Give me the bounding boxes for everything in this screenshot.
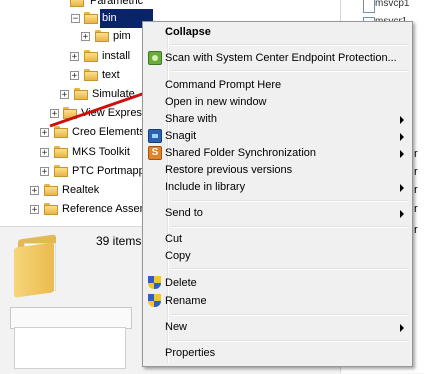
file-item-fragment: r (414, 166, 418, 178)
submenu-arrow-icon (400, 184, 404, 192)
submenu-arrow-icon (400, 116, 404, 124)
menu-item-send-to[interactable]: Send to (145, 205, 410, 222)
menu-item-label: Rename (165, 295, 207, 307)
menu-separator (172, 268, 408, 270)
sync-icon: S (148, 146, 162, 160)
menu-item-label: Restore previous versions (165, 164, 293, 176)
menu-separator (172, 226, 408, 228)
folder-icon (54, 126, 68, 138)
tree-item-label: Reference Assem (62, 203, 149, 215)
file-icon (363, 0, 375, 13)
file-item-fragment: r (414, 184, 418, 196)
folder-icon (54, 146, 68, 158)
tree-item-label: MKS Toolkit (72, 146, 130, 158)
preview-frame (10, 307, 132, 329)
menu-item-copy[interactable]: Copy (145, 248, 410, 265)
menu-item-label: New (165, 321, 188, 333)
expand-toggle-icon[interactable]: + (70, 71, 79, 81)
expand-toggle-icon[interactable]: + (81, 32, 90, 42)
expand-toggle-icon[interactable]: + (40, 128, 49, 138)
expand-toggle-icon[interactable]: + (40, 167, 49, 177)
tree-item-label: pim (113, 30, 131, 42)
tree-item-label: install (102, 50, 131, 62)
menu-item-properties[interactable]: Properties (145, 345, 410, 362)
context-menu: Collapse Scan with System Center Endpoin… (142, 21, 413, 367)
folder-icon (44, 203, 58, 215)
tree-item-label: View Express (81, 107, 148, 119)
folder-icon (84, 12, 98, 24)
menu-item-rename[interactable]: Rename (145, 293, 410, 310)
menu-item-scan-endpoint-protection[interactable]: Scan with System Center Endpoint Protect… (145, 50, 410, 67)
expand-toggle-icon[interactable]: + (40, 148, 49, 158)
menu-item-label: Open in new window (165, 96, 267, 108)
submenu-arrow-icon (400, 150, 404, 158)
menu-separator (172, 314, 408, 316)
menu-item-label: Command Prompt Here (165, 79, 282, 91)
expand-toggle-icon[interactable]: + (30, 186, 39, 196)
expand-toggle-icon[interactable]: + (60, 90, 69, 100)
file-item-fragment: r (414, 203, 418, 215)
folder-icon (63, 107, 77, 119)
file-item-fragment: r (414, 224, 418, 236)
folder-icon (95, 30, 109, 42)
collapse-toggle-icon[interactable]: − (71, 14, 80, 24)
tree-item-label: Realtek (62, 184, 100, 196)
menu-item-open-new-window[interactable]: Open in new window (145, 94, 410, 111)
menu-item-label: Collapse (165, 26, 211, 38)
menu-separator (172, 44, 408, 46)
folder-icon (84, 69, 98, 81)
folder-icon (84, 50, 98, 62)
menu-item-restore-previous-versions[interactable]: Restore previous versions (145, 162, 410, 179)
file-item-label[interactable]: msvcp1 (375, 0, 409, 12)
menu-item-label: Include in library (165, 181, 246, 193)
menu-separator (172, 70, 408, 72)
menu-item-label: Shared Folder Synchronization (165, 147, 317, 159)
menu-item-label: Send to (165, 207, 203, 219)
folder-icon (70, 0, 84, 7)
menu-item-command-prompt-here[interactable]: Command Prompt Here (145, 77, 410, 94)
submenu-arrow-icon (400, 133, 404, 141)
menu-item-snagit[interactable]: Snagit (145, 128, 410, 145)
expand-toggle-icon[interactable]: + (50, 109, 59, 119)
menu-separator (172, 340, 408, 342)
uac-shield-icon (148, 276, 161, 290)
tree-item-label: text (102, 69, 120, 81)
folder-icon (54, 165, 68, 177)
folder-icon (74, 88, 88, 100)
submenu-arrow-icon (400, 324, 404, 332)
snagit-icon (148, 129, 162, 143)
uac-shield-icon (148, 294, 161, 308)
menu-item-collapse[interactable]: Collapse (145, 24, 410, 41)
tree-item-label: Simulate (92, 88, 135, 100)
preview-panel (14, 327, 126, 369)
file-item-fragment: r (414, 148, 418, 160)
menu-item-shared-folder-sync[interactable]: S Shared Folder Synchronization (145, 145, 410, 162)
tree-item-label: Creo Elements (72, 126, 145, 138)
menu-item-label: Snagit (165, 130, 197, 142)
expand-toggle-icon[interactable]: + (30, 205, 39, 215)
menu-item-label: Properties (165, 347, 216, 359)
menu-item-share-with[interactable]: Share with (145, 111, 410, 128)
menu-item-label: Cut (165, 233, 183, 245)
menu-item-label: Delete (165, 277, 197, 289)
menu-separator (172, 200, 408, 202)
large-folder-icon (14, 234, 62, 298)
submenu-arrow-icon (400, 210, 404, 218)
menu-item-label: Copy (165, 250, 191, 262)
menu-item-label: Scan with System Center Endpoint Protect… (165, 52, 397, 64)
menu-item-label: Share with (165, 113, 217, 125)
scan-icon (148, 51, 162, 65)
item-count: 39 items (96, 234, 142, 248)
menu-item-cut[interactable]: Cut (145, 231, 410, 248)
menu-item-new[interactable]: New (145, 319, 410, 336)
folder-icon (44, 184, 58, 196)
menu-item-delete[interactable]: Delete (145, 275, 410, 292)
menu-item-include-in-library[interactable]: Include in library (145, 179, 410, 196)
expand-toggle-icon[interactable]: + (70, 52, 79, 62)
